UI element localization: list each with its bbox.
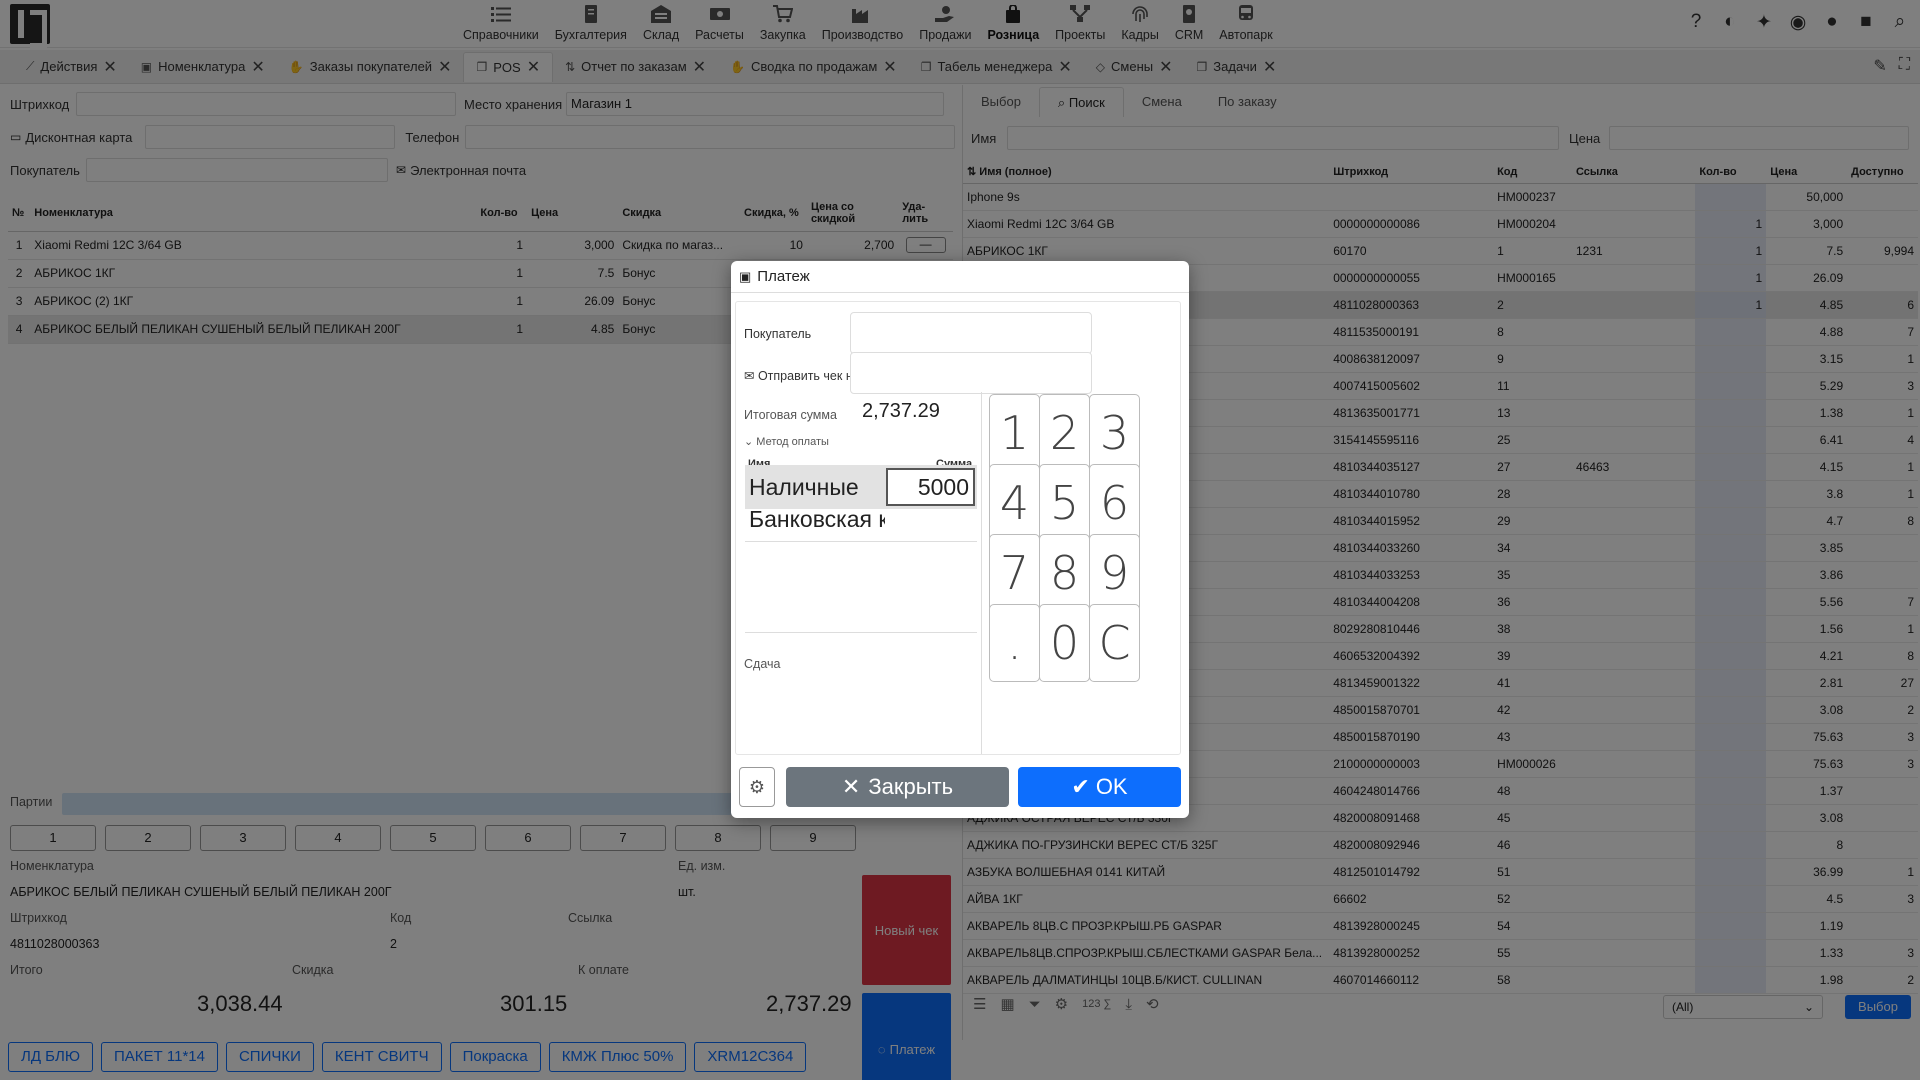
keypad-key[interactable]: 7 (989, 534, 1040, 612)
payment-method-toggle[interactable]: ⌄ Метод оплаты (744, 435, 829, 448)
check-icon: ✔ (1071, 774, 1090, 799)
keypad-key[interactable]: 4 (989, 464, 1040, 542)
payment-buyer-input[interactable] (850, 312, 1092, 354)
keypad-key[interactable]: 1 (989, 394, 1040, 472)
gear-icon: ⚙ (748, 776, 766, 797)
close-icon: ✕ (841, 774, 861, 799)
keypad-key[interactable]: 0 (1039, 604, 1090, 682)
divider (745, 632, 977, 633)
payment-method-card[interactable]: Банковская к (745, 498, 977, 542)
chevron-down-icon: ⌄ (744, 436, 757, 448)
settings-button[interactable]: ⚙ (739, 767, 775, 807)
keypad-key[interactable]: 8 (1039, 534, 1090, 612)
keypad-key[interactable]: 5 (1039, 464, 1090, 542)
payment-dialog: ▣ Платеж Покупатель ✉ Отправить чек на И… (731, 261, 1189, 818)
keypad-key[interactable]: 3 (1089, 394, 1140, 472)
dialog-body: Покупатель ✉ Отправить чек на Итоговая с… (735, 301, 1181, 755)
ok-button[interactable]: ✔ OK (1018, 767, 1181, 807)
keypad-key[interactable]: 6 (1089, 464, 1140, 542)
envelope-icon: ✉ (744, 369, 758, 383)
dialog-header: ▣ Платеж (731, 261, 1189, 293)
money-icon: ▣ (739, 268, 752, 284)
keypad-key[interactable]: . (989, 604, 1040, 682)
keypad-key[interactable]: C (1089, 604, 1140, 682)
divider (981, 392, 982, 754)
send-check-input[interactable] (850, 352, 1092, 394)
keypad-key[interactable]: 9 (1089, 534, 1140, 612)
payment-total: 2,737.29 (862, 400, 940, 422)
close-button[interactable]: ✕ Закрыть (786, 767, 1009, 807)
keypad-key[interactable]: 2 (1039, 394, 1090, 472)
